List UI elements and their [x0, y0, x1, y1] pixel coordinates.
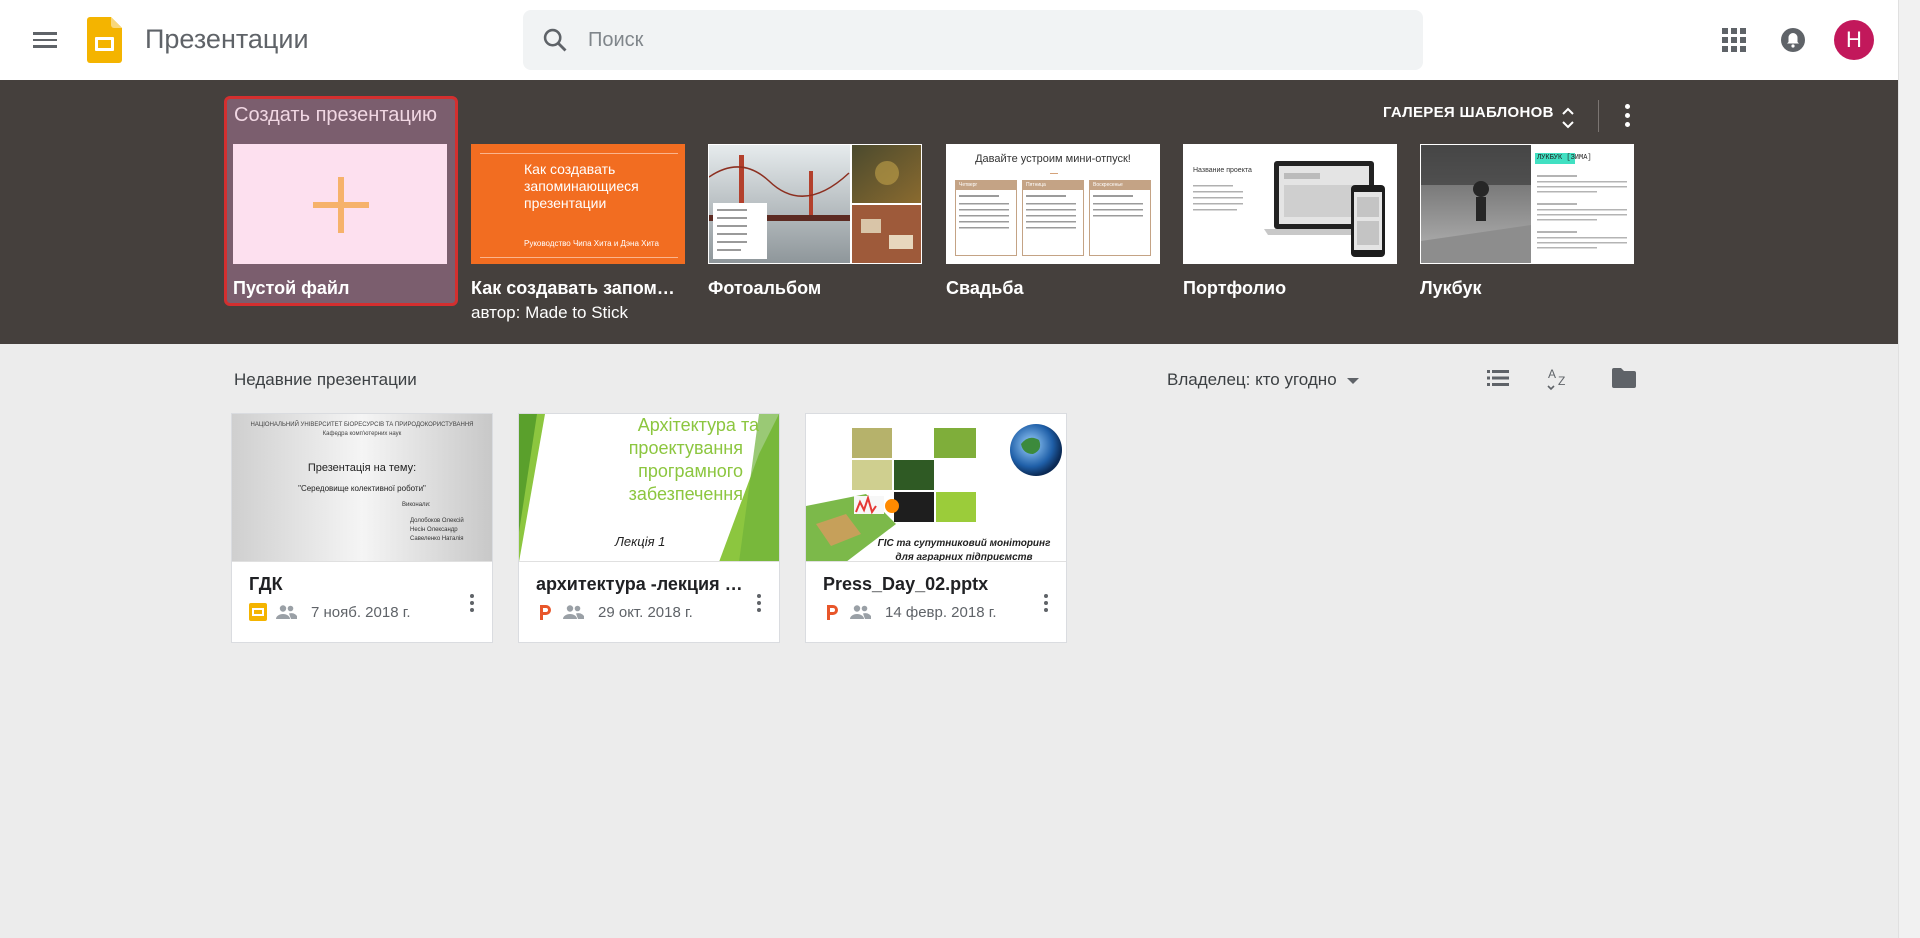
- shared-people-icon: [276, 605, 297, 619]
- document-date: 7 нояб. 2018 г.: [311, 603, 411, 621]
- svg-text:A: A: [1548, 367, 1556, 381]
- document-card[interactable]: НАЦІОНАЛЬНИЙ УНІВЕРСИТЕТ БІОРЕСУРСІВ ТА …: [231, 413, 493, 643]
- document-thumbnail: НАЦІОНАЛЬНИЙ УНІВЕРСИТЕТ БІОРЕСУРСІВ ТА …: [232, 414, 492, 562]
- template-wedding[interactable]: Давайте устроим мини-отпуск! Четверг Пят…: [946, 144, 1160, 299]
- template-blank[interactable]: Пустой файл: [233, 144, 447, 299]
- search-bar[interactable]: [523, 10, 1423, 70]
- more-options-icon[interactable]: [1621, 104, 1633, 130]
- shared-people-icon: [563, 605, 584, 619]
- template-gallery: Создать презентацию ГАЛЕРЕЯ ШАБЛОНОВ Пус…: [0, 80, 1898, 344]
- shared-people-icon: [850, 605, 871, 619]
- app-title[interactable]: Презентации: [145, 24, 309, 55]
- document-date: 29 окт. 2018 г.: [598, 603, 693, 621]
- thumb-title: Как создавать запоминающиеся презентации: [524, 161, 639, 211]
- document-name: Press_Day_02.pptx: [823, 574, 989, 594]
- divider: [1598, 100, 1599, 132]
- search-icon[interactable]: [541, 26, 569, 54]
- lookbook-image: [1421, 145, 1627, 263]
- thumb-line: забезпечення: [628, 484, 743, 504]
- template-thumb: Название проекта: [1183, 144, 1397, 264]
- svg-text:Z: Z: [1558, 374, 1565, 388]
- more-options-icon[interactable]: [753, 594, 765, 618]
- devices-image: [1193, 161, 1385, 257]
- top-bar: Презентации Н: [0, 0, 1898, 80]
- template-thumb: Давайте устроим мини-отпуск! Четверг Пят…: [946, 144, 1160, 264]
- caret-down-icon: [1346, 377, 1359, 384]
- template-label: Пустой файл: [233, 278, 350, 298]
- document-date: 14 февр. 2018 г.: [885, 603, 997, 621]
- template-thumb: [233, 144, 447, 264]
- folder-icon[interactable]: [1610, 364, 1638, 392]
- document-name: ГДК: [249, 574, 283, 594]
- template-made-to-stick[interactable]: Как создавать запоминающиеся презентации…: [471, 144, 685, 323]
- thumb-line: Архітектура та: [637, 415, 759, 435]
- document-meta: 14 февр. 2018 г.: [823, 600, 997, 624]
- sort-az-icon[interactable]: A Z: [1545, 364, 1573, 392]
- template-portfolio[interactable]: Название проекта Портфолио: [1183, 144, 1397, 299]
- thumb-line: для аграрних підприємств: [895, 552, 1033, 562]
- thumb-line: Лекція 1: [615, 534, 666, 549]
- list-view-icon[interactable]: [1484, 364, 1512, 392]
- more-options-icon[interactable]: [466, 594, 478, 618]
- thumb-lines: [959, 195, 1143, 229]
- template-label: Портфолио: [1183, 278, 1287, 298]
- template-thumb: Как создавать запоминающиеся презентации…: [471, 144, 685, 264]
- document-thumbnail: ГІС та супутниковий моніторинг для аграр…: [806, 414, 1066, 562]
- main-menu-icon[interactable]: [28, 28, 62, 52]
- thumb-subtitle: Руководство Чипа Хита и Дэна Хита: [524, 239, 659, 248]
- google-apps-icon[interactable]: [1722, 28, 1746, 52]
- template-thumb: [708, 144, 922, 264]
- thumb-line: НАЦІОНАЛЬНИЙ УНІВЕРСИТЕТ БІОРЕСУРСІВ ТА …: [250, 422, 474, 428]
- document-meta: 29 окт. 2018 г.: [536, 600, 693, 624]
- owner-filter-dropdown[interactable]: Владелец: кто угодно: [1167, 370, 1359, 390]
- template-gallery-button[interactable]: ГАЛЕРЕЯ ШАБЛОНОВ: [1383, 104, 1554, 134]
- thumb-line: Презентація на тему:: [307, 462, 417, 474]
- plus-icon: [313, 177, 369, 233]
- search-input[interactable]: [588, 10, 1408, 70]
- powerpoint-file-icon: [827, 605, 838, 620]
- photo-collage-image: [709, 145, 921, 263]
- template-label: Свадьба: [946, 278, 1024, 298]
- thumb-line: ГІС та супутниковий моніторинг: [877, 538, 1051, 549]
- template-author: автор: Made to Stick: [471, 303, 629, 322]
- thumb-line: Несін Олександр: [410, 527, 458, 533]
- recent-presentations-title: Недавние презентации: [234, 370, 417, 389]
- avatar[interactable]: Н: [1834, 20, 1874, 60]
- thumb-line: "Середовище колективної роботи": [298, 484, 426, 493]
- powerpoint-file-icon: [540, 605, 551, 620]
- thumb-title: ЛУКБУК [ЗИМА]: [1537, 154, 1592, 162]
- thumb-line: Виконали:: [402, 502, 431, 508]
- more-options-icon[interactable]: [1040, 594, 1052, 618]
- document-name: архитектура -лекция 1.pptx: [536, 574, 746, 594]
- template-label: Как создавать запоминающиеся презентации: [471, 278, 685, 298]
- document-meta: 7 нояб. 2018 г.: [249, 600, 411, 624]
- scrollbar[interactable]: [1898, 0, 1920, 938]
- template-lookbook[interactable]: ЛУКБУК [ЗИМА] Лукбук: [1420, 144, 1634, 299]
- expand-collapse-icon[interactable]: [1558, 102, 1578, 134]
- thumb-line: Савеленко Наталія: [410, 536, 464, 542]
- template-photo-album[interactable]: Фотоальбом: [708, 144, 922, 299]
- template-label: Лукбук: [1420, 278, 1482, 298]
- thumb-line: проектування: [628, 438, 743, 458]
- template-thumb: ЛУКБУК [ЗИМА]: [1420, 144, 1634, 264]
- thumb-line: Кафедра комп'ютерних наук: [322, 431, 402, 437]
- thumb-line: Долобоков Олексій: [410, 518, 464, 524]
- document-thumbnail: Архітектура та проектування програмного …: [519, 414, 779, 562]
- slides-logo-icon[interactable]: [87, 17, 122, 63]
- start-new-title: Создать презентацию: [234, 104, 437, 126]
- thumb-line: програмного: [638, 461, 743, 481]
- document-card[interactable]: ГІС та супутниковий моніторинг для аграр…: [805, 413, 1067, 643]
- owner-filter-label: Владелец: кто угодно: [1167, 370, 1337, 389]
- notifications-icon[interactable]: [1779, 26, 1807, 54]
- slides-file-icon: [249, 603, 267, 621]
- template-label: Фотоальбом: [708, 278, 822, 298]
- document-card[interactable]: Архітектура та проектування програмного …: [518, 413, 780, 643]
